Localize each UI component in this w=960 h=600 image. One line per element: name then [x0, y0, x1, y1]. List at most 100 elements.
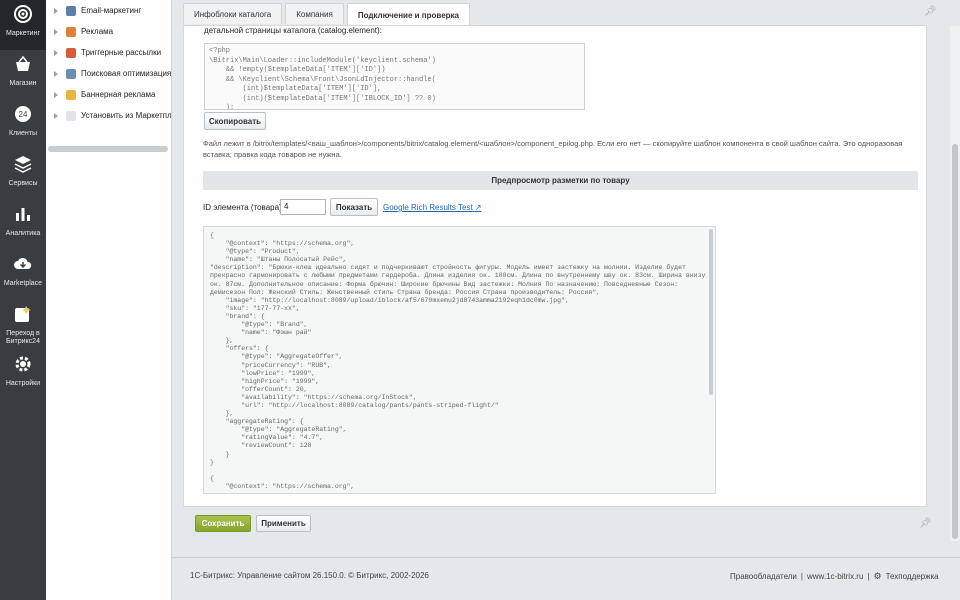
footer-separator: |: [867, 572, 870, 581]
rail-item-gear[interactable]: Настройки: [0, 350, 46, 400]
module-icon: [66, 68, 76, 79]
json-line: "@type": "AggregateRating",: [210, 426, 347, 434]
footer-separator: |: [800, 572, 803, 581]
json-line: }: [210, 450, 230, 458]
json-line: "lowPrice": "1999",: [210, 369, 316, 377]
submenu-item-label: Поисковая оптимизация: [81, 69, 172, 78]
rail-item-bar-chart[interactable]: Аналитика: [0, 200, 46, 250]
php-code-block[interactable]: <?php \Bitrix\Main\Loader::includeModule(…: [204, 43, 585, 110]
preview-section-header: Предпросмотр разметки по товару: [203, 171, 918, 190]
module-icon: [66, 5, 76, 16]
rights-holders-link[interactable]: Правообладатели: [730, 572, 797, 581]
rail-item-basket[interactable]: Магазин: [0, 50, 46, 100]
module-icon: [66, 26, 76, 37]
expand-arrow-icon[interactable]: [54, 7, 58, 14]
page-scrollbar-thumb[interactable]: [952, 144, 958, 539]
json-line: "sku": "177-77-xx",: [210, 304, 300, 312]
code-line: && !empty($templateData['ITEM']['ID']): [209, 66, 386, 74]
tab-2[interactable]: Подключение и проверка: [346, 3, 470, 26]
bitrix-site-link[interactable]: www.1c-bitrix.ru: [807, 572, 863, 581]
submenu-item-label: Реклама: [81, 27, 114, 36]
page-scrollbar[interactable]: [950, 26, 960, 541]
support-icon: ⚙: [873, 571, 882, 581]
rail-item-bitrix24[interactable]: Переход в Битрикс24: [0, 300, 46, 350]
json-line: "@context": "https://schema.org",: [210, 240, 355, 248]
rail-item-crm[interactable]: 24 Клиенты: [0, 100, 46, 150]
pin-icon[interactable]: 📌︎: [924, 6, 937, 17]
submenu-item[interactable]: Установить из Маркетплейс: [46, 105, 171, 126]
json-line: "url": "http://localhost:8089/catalog/pa…: [210, 401, 499, 409]
google-rich-results-link[interactable]: Google Rich Results Test ↗: [383, 203, 482, 212]
jsonld-preview[interactable]: { "@context": "https://schema.org", "@ty…: [203, 226, 716, 494]
expand-arrow-icon[interactable]: [54, 112, 58, 119]
pin-bottom-icon[interactable]: 📌︎: [919, 518, 932, 529]
json-line: "@type": "Brand",: [210, 321, 308, 329]
bar-chart-icon: [13, 204, 33, 230]
json-line: "brand": {: [210, 312, 265, 320]
json-blank-line: [210, 467, 709, 475]
main-area: Инфоблоки каталога Компания Подключение и …: [172, 0, 960, 600]
rail-item-cloud-download[interactable]: Marketplace: [0, 250, 46, 300]
layers-icon: [13, 154, 33, 180]
json-line: "@type": "AggregateOffer",: [210, 353, 343, 361]
submenu-scrollbar[interactable]: [48, 146, 168, 152]
json-line: },: [210, 337, 234, 345]
module-icon: [66, 110, 76, 121]
gear-icon: [13, 354, 33, 380]
rail-item-label: Сервисы: [8, 180, 38, 187]
json-line: "offers": {: [210, 345, 269, 353]
expand-arrow-icon[interactable]: [54, 91, 58, 98]
element-id-input[interactable]: 4: [280, 199, 326, 215]
footer-links: Правообладатели | www.1c-bitrix.ru | ⚙ Т…: [730, 571, 939, 582]
preview-scrollbar[interactable]: [709, 229, 713, 395]
bitrix24-icon: [13, 304, 33, 330]
json-line: "availability": "https://schema.org/InSt…: [210, 393, 417, 401]
tab-bar: Инфоблоки каталога Компания Подключение и …: [183, 3, 470, 26]
code-line: <?php: [209, 47, 231, 55]
rail-item-layers[interactable]: Сервисы: [0, 150, 46, 200]
connect-intro: детальной страницы каталога (catalog.ele…: [204, 26, 382, 35]
submenu-item-label: Установить из Маркетплейс: [81, 111, 172, 120]
rail-item-label: Аналитика: [5, 230, 41, 237]
install-note: Файл лежит в /bitrix/templates/<ваш_шабл…: [203, 139, 903, 159]
submenu-item[interactable]: Реклама: [46, 21, 171, 42]
apply-button[interactable]: Применить: [256, 515, 311, 532]
json-line: "@context": "https://schema.org",: [210, 482, 355, 490]
expand-arrow-icon[interactable]: [54, 49, 58, 56]
copyright: 1С-Битрикс: Управление сайтом 26.150.0. …: [190, 571, 429, 580]
json-line: "ratingValue": "4.7",: [210, 434, 324, 442]
rail-item-label: Маркетинг: [5, 30, 41, 37]
submenu-item[interactable]: Баннерная реклама: [46, 84, 171, 105]
basket-icon: [13, 54, 33, 80]
expand-arrow-icon[interactable]: [54, 70, 58, 77]
footer: 1С-Битрикс: Управление сайтом 26.150.0. …: [172, 557, 960, 597]
tab-0[interactable]: Инфоблоки каталога: [183, 3, 283, 24]
submenu-item[interactable]: Email-маркетинг: [46, 0, 171, 21]
module-icon: [66, 89, 76, 100]
json-line: "reviewCount": 128: [210, 442, 312, 450]
code-line: (int)$templateData['ITEM']['ID'],: [209, 85, 382, 93]
json-line: "aggregateRating": {: [210, 418, 304, 426]
code-line: \Bitrix\Main\Loader::includeModule('keyc…: [209, 56, 436, 65]
json-line: "name": "Фэшн рай": [210, 329, 312, 337]
submenu-item[interactable]: Триггерные рассылки: [46, 42, 171, 63]
support-link[interactable]: Техподдержка: [886, 572, 939, 581]
submenu-item-label: Триггерные рассылки: [81, 48, 162, 57]
rail-item-target[interactable]: Маркетинг: [0, 0, 46, 50]
json-line: "image": "http://localhost:8089/upload/i…: [210, 296, 569, 304]
element-id-label: ID элемента (товара):: [203, 203, 284, 212]
save-button[interactable]: Сохранить: [195, 515, 251, 532]
copy-button[interactable]: Скопировать: [204, 112, 266, 130]
expand-arrow-icon[interactable]: [54, 28, 58, 35]
json-line: {: [210, 232, 214, 239]
show-button[interactable]: Показать: [330, 198, 378, 216]
rail-item-label: Настройки: [5, 380, 41, 387]
module-icon: [66, 47, 76, 58]
code-line: && \Keyclient\Schema\Front\JsonLdInjecto…: [209, 75, 436, 84]
json-line: }: [210, 458, 214, 466]
rail-item-label: Клиенты: [8, 130, 38, 137]
tab-1[interactable]: Компания: [285, 3, 344, 24]
json-line: },: [210, 410, 234, 418]
json-line: "description": "Брюки-клеш идеально сидя…: [210, 264, 706, 296]
submenu-item[interactable]: Поисковая оптимизация: [46, 63, 171, 84]
